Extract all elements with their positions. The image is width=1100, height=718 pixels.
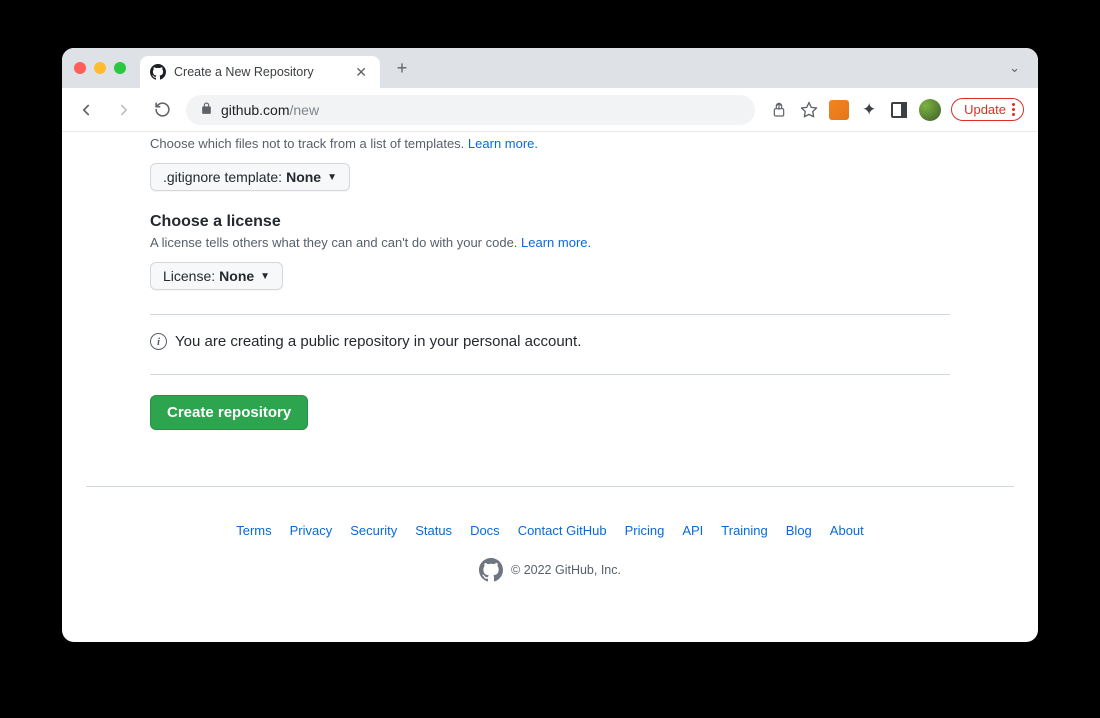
reader-mode-icon[interactable] xyxy=(889,100,909,120)
profile-avatar[interactable] xyxy=(919,99,941,121)
minimize-window-button[interactable] xyxy=(94,62,106,74)
close-window-button[interactable] xyxy=(74,62,86,74)
caret-down-icon: ▼ xyxy=(327,172,337,183)
copyright-text: © 2022 GitHub, Inc. xyxy=(511,563,621,577)
divider xyxy=(150,314,950,315)
footer-link-privacy[interactable]: Privacy xyxy=(290,523,333,538)
extensions-icon[interactable]: ✦ xyxy=(859,100,879,120)
toolbar-actions: ✦ Update xyxy=(765,98,1028,121)
browser-toolbar: github.com/new ✦ Update xyxy=(62,88,1038,132)
footer-link-training[interactable]: Training xyxy=(721,523,767,538)
browser-window: Create a New Repository ✕ + ⌄ github.com… xyxy=(62,48,1038,642)
back-button[interactable] xyxy=(72,96,100,124)
window-controls xyxy=(74,62,126,74)
visibility-info-text: You are creating a public repository in … xyxy=(175,333,581,350)
tab-bar: Create a New Repository ✕ + ⌄ xyxy=(62,48,1038,88)
maximize-window-button[interactable] xyxy=(114,62,126,74)
license-heading: Choose a license xyxy=(150,213,950,231)
gitignore-template-select[interactable]: .gitignore template: None▼ xyxy=(150,163,350,191)
footer-link-security[interactable]: Security xyxy=(350,523,397,538)
footer-link-pricing[interactable]: Pricing xyxy=(625,523,665,538)
github-icon xyxy=(150,64,166,80)
license-learn-more-link[interactable]: Learn more. xyxy=(521,235,591,250)
new-repo-form: Choose which files not to track from a l… xyxy=(150,136,950,450)
license-help-text: A license tells others what they can and… xyxy=(150,235,950,250)
address-bar[interactable]: github.com/new xyxy=(186,95,755,125)
visibility-info: i You are creating a public repository i… xyxy=(150,333,950,350)
gitignore-help-text: Choose which files not to track from a l… xyxy=(150,136,950,151)
footer-link-api[interactable]: API xyxy=(682,523,703,538)
tab-title: Create a New Repository xyxy=(174,65,344,79)
url-text: github.com/new xyxy=(221,102,319,118)
lock-icon xyxy=(200,102,213,118)
divider xyxy=(150,374,950,375)
license-select[interactable]: License: None▼ xyxy=(150,262,283,290)
info-icon: i xyxy=(150,333,167,350)
footer-link-blog[interactable]: Blog xyxy=(786,523,812,538)
github-logo-icon xyxy=(479,558,503,582)
update-label: Update xyxy=(964,102,1006,117)
metamask-extension-icon[interactable] xyxy=(829,100,849,120)
caret-down-icon: ▼ xyxy=(260,271,270,282)
share-icon[interactable] xyxy=(769,100,789,120)
new-tab-button[interactable]: + xyxy=(388,54,416,82)
footer-link-contact[interactable]: Contact GitHub xyxy=(518,523,607,538)
browser-tab[interactable]: Create a New Repository ✕ xyxy=(140,56,380,88)
kebab-menu-icon xyxy=(1012,103,1015,116)
close-tab-button[interactable]: ✕ xyxy=(352,64,370,81)
footer-links: Terms Privacy Security Status Docs Conta… xyxy=(86,523,1014,538)
create-repository-button[interactable]: Create repository xyxy=(150,395,308,430)
footer-link-docs[interactable]: Docs xyxy=(470,523,500,538)
tab-overflow-button[interactable]: ⌄ xyxy=(1003,60,1026,76)
bookmark-star-icon[interactable] xyxy=(799,100,819,120)
footer-link-terms[interactable]: Terms xyxy=(236,523,271,538)
page-content: Choose which files not to track from a l… xyxy=(62,132,1038,642)
page-footer: Terms Privacy Security Status Docs Conta… xyxy=(86,486,1014,612)
license-section: Choose a license A license tells others … xyxy=(150,213,950,290)
footer-link-about[interactable]: About xyxy=(830,523,864,538)
update-browser-button[interactable]: Update xyxy=(951,98,1024,121)
reload-button[interactable] xyxy=(148,96,176,124)
forward-button[interactable] xyxy=(110,96,138,124)
footer-link-status[interactable]: Status xyxy=(415,523,452,538)
footer-copyright: © 2022 GitHub, Inc. xyxy=(86,558,1014,582)
gitignore-learn-more-link[interactable]: Learn more. xyxy=(468,136,538,151)
